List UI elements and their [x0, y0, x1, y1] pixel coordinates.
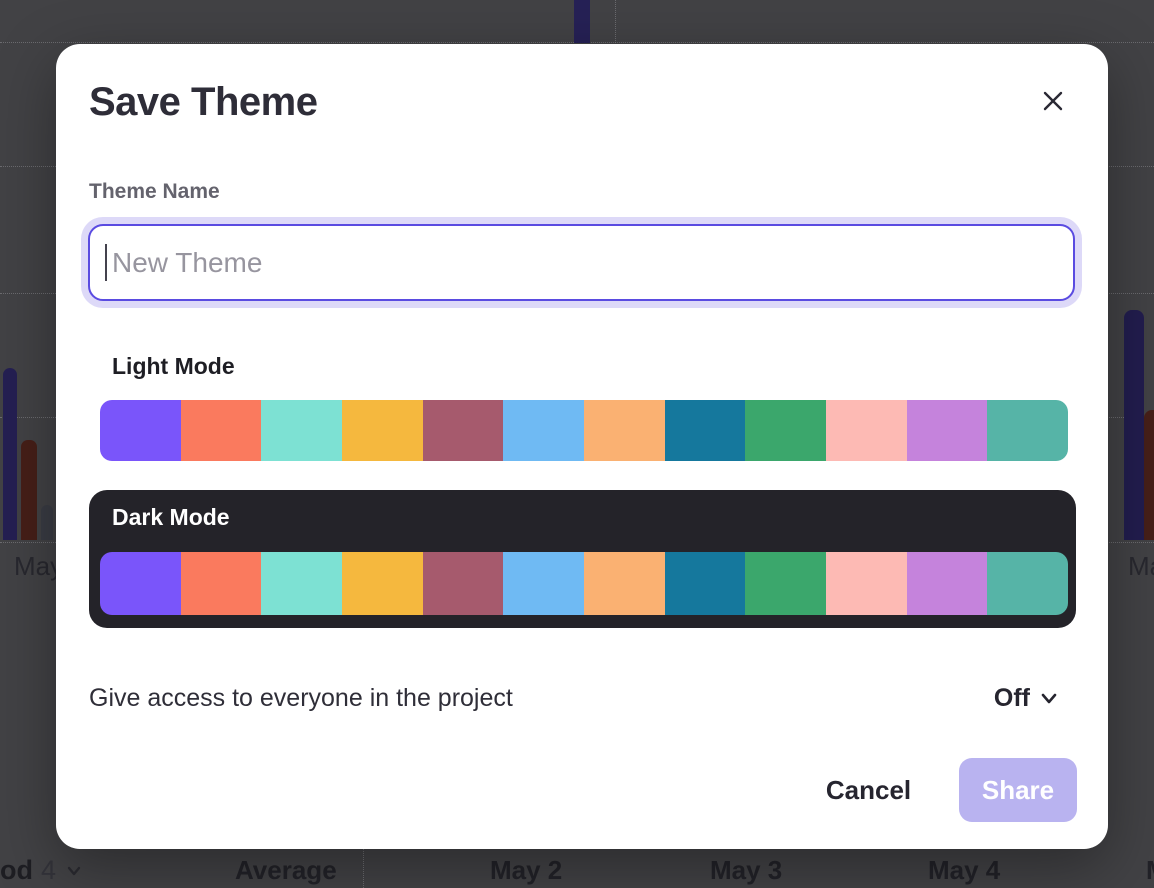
palette-swatch — [100, 552, 181, 615]
chart-bar — [1124, 310, 1144, 540]
axis-label-may4: May 4 — [928, 855, 1000, 886]
chart-bar — [1144, 410, 1154, 540]
bottom-axis-row: od 4 Average May 2 May 3 May 4 M — [0, 849, 1154, 888]
gridline — [363, 849, 364, 888]
close-icon — [1041, 89, 1065, 113]
chart-bar — [574, 0, 590, 43]
palette-swatch — [745, 552, 826, 615]
palette-swatch — [181, 552, 262, 615]
save-theme-dialog: Save Theme Theme Name Light Mode Dark Mo… — [56, 44, 1108, 849]
theme-name-label: Theme Name — [89, 180, 220, 204]
access-label: Give access to everyone in the project — [89, 684, 513, 713]
palette-swatch — [907, 400, 988, 461]
palette-swatch — [423, 552, 504, 615]
palette-swatch — [584, 400, 665, 461]
chart-bar — [41, 505, 53, 540]
chevron-down-icon — [64, 861, 84, 881]
axis-label-average: Average — [235, 855, 337, 886]
palette-swatch — [503, 552, 584, 615]
theme-name-input[interactable] — [88, 224, 1075, 301]
period-dropdown-label: od — [0, 855, 33, 886]
palette-swatch — [826, 400, 907, 461]
axis-label-may3: May 3 — [710, 855, 782, 886]
palette-swatch — [503, 400, 584, 461]
close-button[interactable] — [1037, 85, 1069, 117]
palette-swatch — [100, 400, 181, 461]
access-dropdown[interactable]: Off — [994, 684, 1059, 713]
palette-swatch — [342, 400, 423, 461]
axis-label-may-right: Ma — [1128, 551, 1154, 582]
period-dropdown[interactable]: od 4 — [0, 855, 84, 886]
theme-name-field-wrap — [88, 224, 1075, 301]
palette-swatch — [987, 552, 1068, 615]
dark-mode-card: Dark Mode — [89, 490, 1076, 628]
light-mode-label: Light Mode — [112, 353, 235, 380]
palette-swatch — [745, 400, 826, 461]
chart-bar — [21, 440, 37, 540]
palette-swatch — [181, 400, 262, 461]
palette-swatch — [665, 400, 746, 461]
cancel-button[interactable]: Cancel — [801, 760, 936, 820]
access-row: Give access to everyone in the project O… — [89, 678, 1075, 718]
text-cursor — [105, 244, 107, 281]
palette-swatch — [423, 400, 504, 461]
palette-swatch — [261, 552, 342, 615]
period-dropdown-number: 4 — [41, 855, 56, 886]
axis-label-may2: May 2 — [490, 855, 562, 886]
axis-label-may5-partial: M — [1146, 855, 1154, 886]
dark-mode-label: Dark Mode — [112, 504, 230, 531]
palette-swatch — [907, 552, 988, 615]
palette-swatch — [665, 552, 746, 615]
access-dropdown-value: Off — [994, 684, 1030, 713]
palette-swatch — [342, 552, 423, 615]
gridline — [615, 0, 616, 43]
chart-bar — [3, 368, 17, 540]
palette-swatch — [584, 552, 665, 615]
palette-swatch — [826, 552, 907, 615]
palette-swatch — [987, 400, 1068, 461]
dark-palette — [100, 552, 1068, 615]
chevron-down-icon — [1039, 688, 1059, 708]
share-button[interactable]: Share — [959, 758, 1077, 822]
light-palette — [100, 400, 1068, 461]
dialog-title: Save Theme — [89, 80, 317, 125]
palette-swatch — [261, 400, 342, 461]
